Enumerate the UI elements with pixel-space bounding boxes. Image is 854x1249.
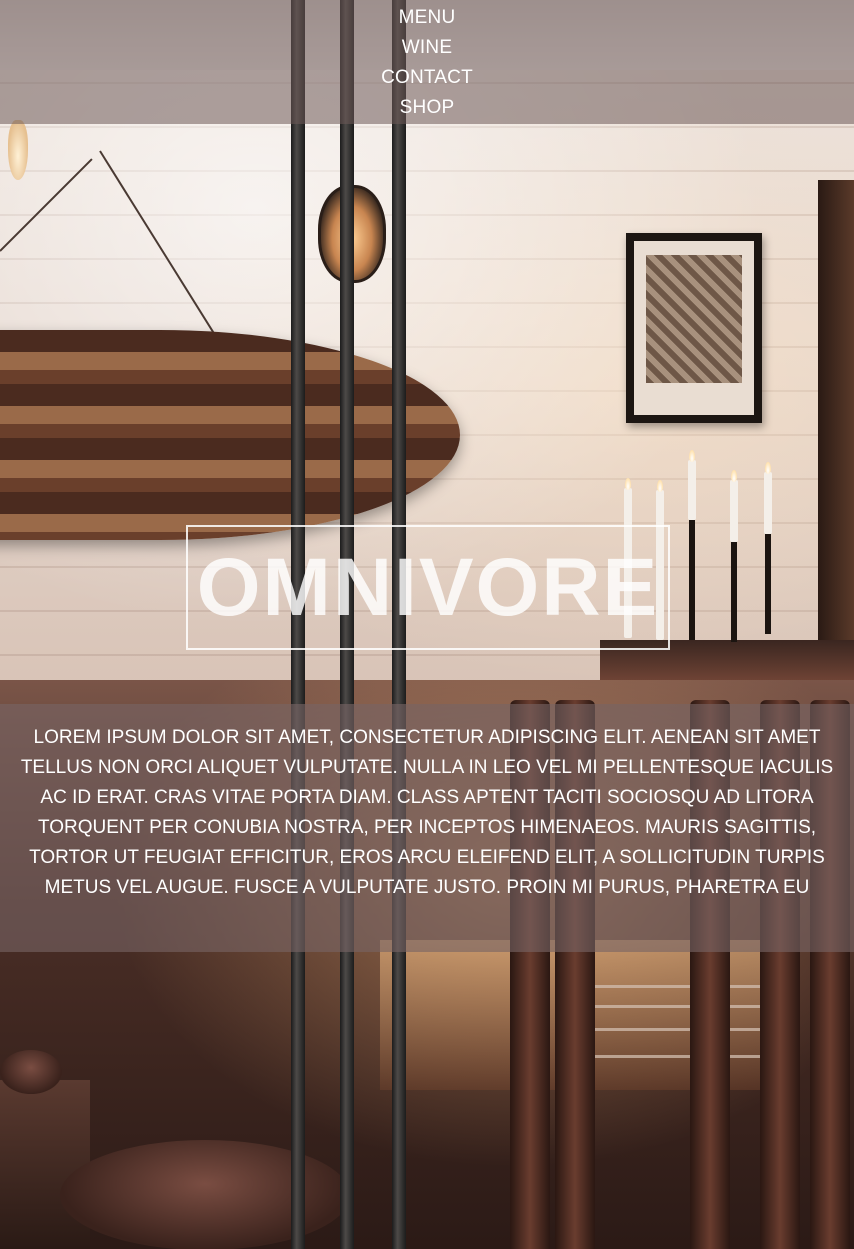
page: MENU WINE CONTACT SHOP OMNIVORE LOREM IP… xyxy=(0,0,854,1249)
nav-link-menu[interactable]: MENU xyxy=(399,3,456,33)
side-table xyxy=(0,1080,90,1249)
nav-link-shop[interactable]: SHOP xyxy=(400,93,455,123)
stool xyxy=(60,1140,350,1249)
about-text: LOREM IPSUM DOLOR SIT AMET, CONSECTETUR … xyxy=(20,727,834,898)
nav-link-wine[interactable]: WINE xyxy=(402,33,452,63)
site-logo: OMNIVORE xyxy=(186,525,670,650)
stool xyxy=(0,1050,62,1094)
candle xyxy=(688,460,696,520)
main-nav: MENU WINE CONTACT SHOP xyxy=(0,0,854,124)
candle xyxy=(764,472,772,534)
about-panel: LOREM IPSUM DOLOR SIT AMET, CONSECTETUR … xyxy=(0,704,854,952)
candle xyxy=(730,480,738,542)
nav-link-contact[interactable]: CONTACT xyxy=(381,63,473,93)
logo-text: OMNIVORE xyxy=(196,541,660,633)
framed-picture xyxy=(626,233,762,423)
wine-cabinet xyxy=(818,180,854,650)
hanging-bulb xyxy=(8,120,28,180)
